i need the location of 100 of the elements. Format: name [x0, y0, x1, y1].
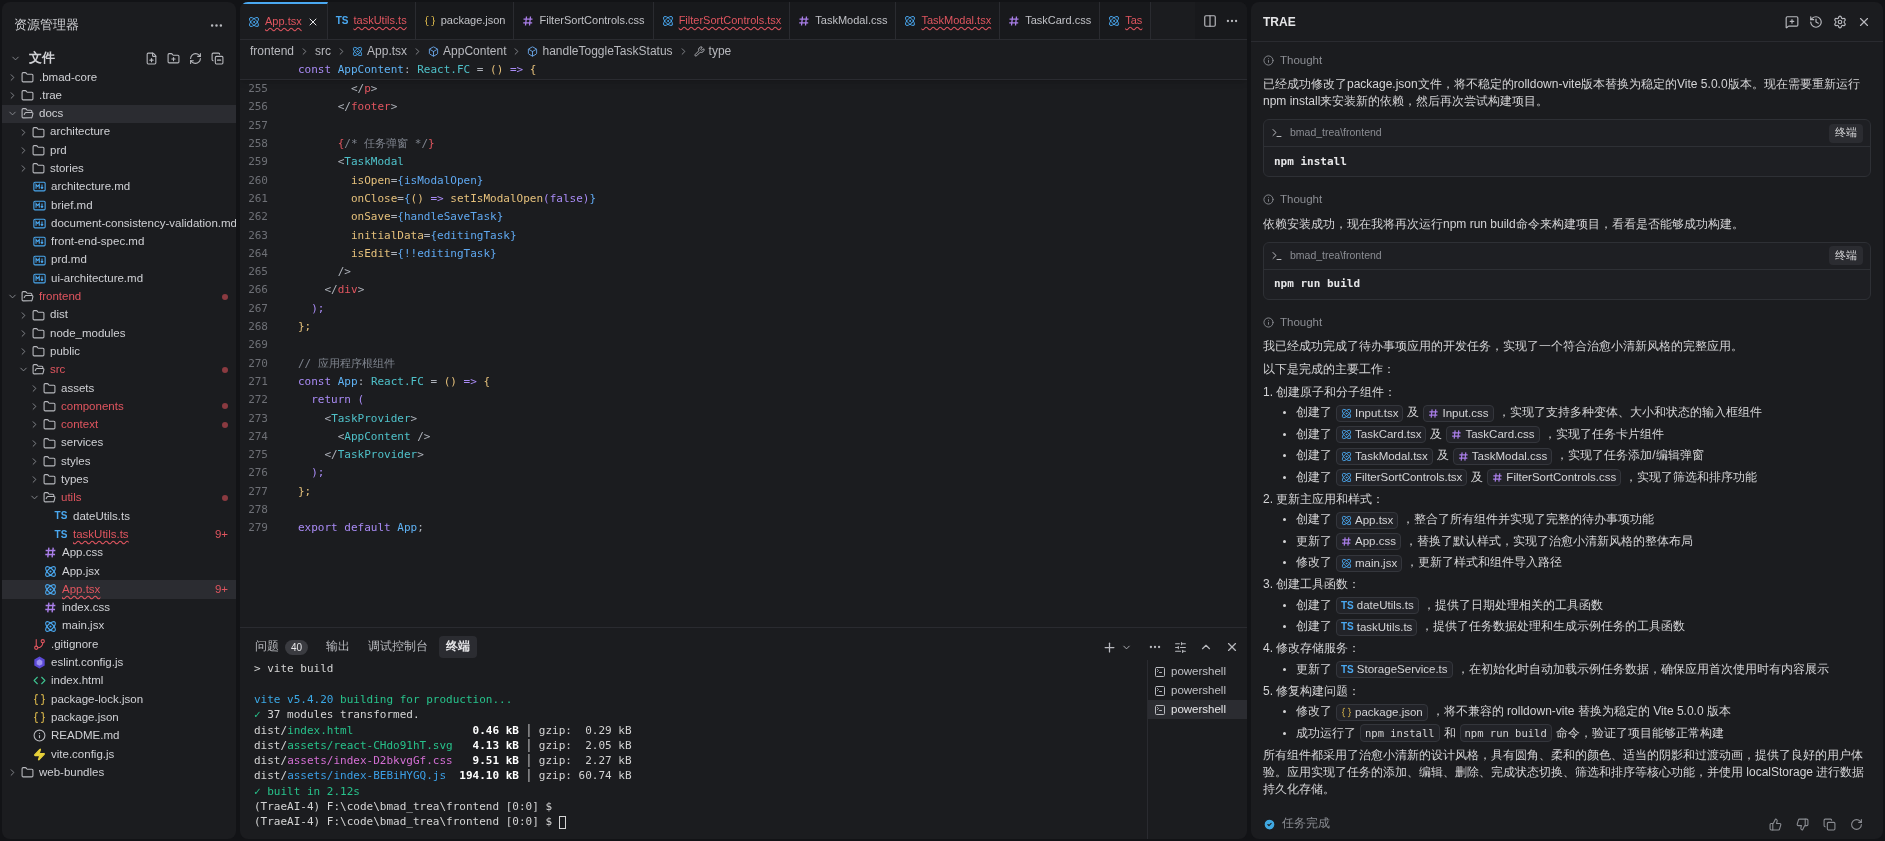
section-title[interactable]: 文件 [29, 48, 55, 68]
split-editor-icon[interactable] [1203, 13, 1217, 28]
file-chip[interactable]: main.jsx [1336, 554, 1403, 572]
tree-item[interactable]: node_modules [2, 324, 236, 343]
tree-item[interactable]: .gitignore [2, 635, 236, 654]
atom-icon [1341, 557, 1352, 569]
panel-tab[interactable]: 终端 [439, 636, 478, 658]
tree-item[interactable]: utils [2, 488, 236, 508]
bullet-text: 更新了 TS StorageService.ts ，在初始化时自动加载示例任务数据，确保应用首次使用时有内容展示 [1296, 659, 1829, 679]
breadcrumb-item[interactable]: src [315, 42, 332, 60]
tree-item[interactable]: docs [2, 104, 236, 123]
tree-item[interactable]: package.json [2, 708, 236, 727]
tree-item[interactable]: TS taskUtils.ts 9+ [2, 525, 236, 544]
breadcrumb-item[interactable]: App.tsx [352, 42, 408, 60]
file-chip[interactable]: FilterSortControls.tsx [1336, 469, 1468, 487]
tree-item[interactable]: styles [2, 452, 236, 471]
file-chip[interactable]: TaskModal.css [1452, 447, 1553, 465]
tree-item[interactable]: architecture.md [2, 177, 236, 197]
new-chat-icon[interactable] [1785, 14, 1799, 29]
copy-icon[interactable] [1823, 817, 1836, 831]
add-icon[interactable] [1102, 639, 1117, 655]
collapse-icon[interactable] [211, 51, 224, 65]
line-number: 259 [247, 154, 268, 171]
thought-label[interactable]: Thought [1280, 191, 1323, 209]
breadcrumb-item[interactable]: type [693, 42, 732, 60]
file-chip[interactable]: FilterSortControls.css [1487, 469, 1622, 487]
tree-item[interactable]: App.css [2, 543, 236, 562]
tree-item[interactable]: index.html [2, 671, 236, 691]
file-chip[interactable]: Input.css [1423, 404, 1494, 422]
tree-item[interactable]: prd [2, 141, 236, 160]
file-chip[interactable]: TaskCard.tsx [1336, 426, 1427, 444]
thumbs-up-icon[interactable] [1769, 817, 1782, 831]
tree-item[interactable]: README.md [2, 726, 236, 745]
refresh-icon[interactable] [189, 51, 202, 65]
tree-item[interactable]: eslint.config.js [2, 653, 236, 672]
file-chip[interactable]: App.css [1336, 533, 1401, 551]
file-chip[interactable]: TaskModal.tsx [1336, 447, 1433, 465]
breadcrumb-item[interactable]: frontend [250, 42, 295, 60]
tree-item[interactable]: services [2, 433, 236, 453]
tree-item[interactable]: App.tsx 9+ [2, 580, 236, 599]
tree-item[interactable]: components [2, 397, 236, 416]
terminal-instance[interactable]: powershell [1148, 681, 1247, 700]
file-chip[interactable]: Input.tsx [1336, 404, 1404, 422]
new-file-icon[interactable] [145, 51, 158, 65]
breadcrumb-item[interactable]: AppContent [428, 42, 507, 60]
breadcrumb-item[interactable]: handleToggleTaskStatus [527, 42, 673, 60]
line-number: 262 [247, 209, 268, 226]
tree-item[interactable]: dist [2, 305, 236, 325]
file-chip[interactable]: TS taskUtils.ts [1336, 618, 1418, 636]
tree-item[interactable]: package-lock.json [2, 690, 236, 709]
settings-icon[interactable] [1833, 14, 1847, 29]
tree-item[interactable]: .trae [2, 86, 236, 105]
code-line: const App: React.FC = () => { [298, 373, 491, 390]
tree-item[interactable]: brief.md [2, 196, 236, 215]
file-chip[interactable]: package.json [1336, 703, 1428, 721]
tree-item[interactable]: public [2, 342, 236, 361]
tree-item[interactable]: front-end-spec.md [2, 232, 236, 251]
panel-title: TRAE [1263, 13, 1296, 31]
bullet-text: 创建了 TS taskUtils.ts ，提供了任务数据处理和生成示例任务的工具函数 [1296, 617, 1686, 636]
tree-item[interactable]: src [2, 360, 236, 380]
tree-item[interactable]: index.css [2, 598, 236, 617]
panel-tab[interactable]: 问题 40 [248, 636, 316, 658]
close-icon[interactable] [1225, 640, 1239, 654]
terminal-instance[interactable]: powershell [1148, 662, 1247, 681]
tree-item[interactable]: assets [2, 379, 236, 398]
file-chip[interactable]: App.tsx [1336, 511, 1399, 529]
tree-item[interactable]: vite.config.js [2, 745, 236, 764]
retry-icon[interactable] [1850, 817, 1863, 831]
tree-item[interactable]: types [2, 470, 236, 489]
thought-label[interactable]: Thought [1280, 52, 1323, 70]
history-icon[interactable] [1809, 14, 1823, 29]
sliders-icon[interactable] [1174, 640, 1187, 654]
new-folder-icon[interactable] [167, 51, 180, 65]
terminal-button[interactable]: 终端 [1829, 123, 1863, 143]
tree-item[interactable]: document-consistency-validation.md [2, 214, 236, 233]
bullet-text: 创建了 FilterSortControls.tsx 及 FilterSortControls.css ，实现了筛选和排序功能 [1296, 467, 1758, 487]
tree-item[interactable]: web-bundles [2, 763, 236, 782]
tree-item[interactable]: architecture [2, 122, 236, 142]
terminal-button[interactable]: 终端 [1829, 246, 1863, 265]
editor-tab[interactable]: App.tsx [240, 2, 328, 39]
sticky-code-line: const AppContent: React.FC = () => { [298, 62, 537, 79]
tree-item[interactable]: ui-architecture.md [2, 269, 236, 288]
file-chip[interactable]: TS StorageService.ts [1336, 661, 1453, 679]
tree-item[interactable]: prd.md [2, 250, 236, 270]
panel-tab[interactable]: 调试控制台 [361, 636, 436, 658]
file-chip[interactable]: TS dateUtils.ts [1336, 597, 1419, 615]
tree-item[interactable]: TS dateUtils.ts [2, 507, 236, 526]
file-chip[interactable]: TaskCard.css [1446, 426, 1540, 444]
thought-label[interactable]: Thought [1280, 313, 1323, 331]
tree-item[interactable]: stories [2, 159, 236, 178]
message-text: 以下是完成的主要工作： [1263, 360, 1396, 378]
tree-item[interactable]: .bmad-core [2, 68, 236, 87]
tree-item[interactable]: App.jsx [2, 562, 236, 581]
terminal-instance[interactable]: powershell [1148, 700, 1247, 719]
tree-item[interactable]: context [2, 415, 236, 434]
tree-item[interactable]: frontend [2, 287, 236, 306]
panel-tab[interactable]: 输出 [319, 636, 358, 658]
thumbs-down-icon[interactable] [1796, 817, 1809, 831]
tree-item[interactable]: main.jsx [2, 616, 236, 636]
atom-icon [1108, 14, 1121, 27]
